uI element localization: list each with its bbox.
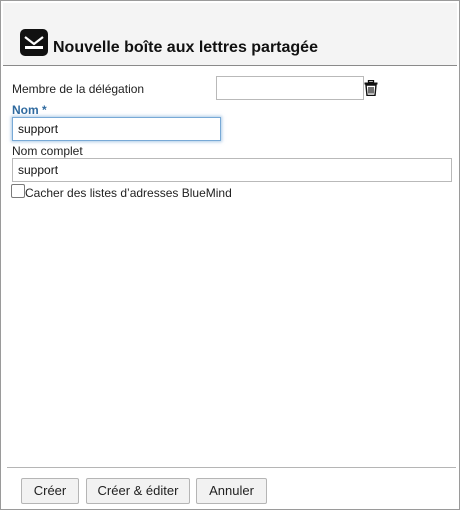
create-button[interactable]: Créer [21,478,79,504]
dialog-title: Nouvelle boîte aux lettres partagée [53,39,318,56]
full-name-input[interactable] [12,158,452,182]
footer-divider [7,467,456,468]
hide-from-lists-checkbox[interactable] [11,184,25,198]
mail-icon [20,29,48,56]
header-divider [3,65,457,66]
cancel-button[interactable]: Annuler [196,478,267,504]
name-label: Nom * [12,103,47,117]
shared-mailbox-dialog: Nouvelle boîte aux lettres partagée Memb… [0,0,460,510]
trash-icon[interactable] [364,79,378,97]
full-name-label: Nom complet [12,144,83,158]
create-and-edit-button[interactable]: Créer & éditer [86,478,190,504]
delegation-label: Membre de la délégation [12,82,145,96]
hide-from-lists-label: Cacher des listes d’adresses BlueMind [25,186,232,200]
delegation-input[interactable] [216,76,364,100]
name-input[interactable] [12,117,221,141]
